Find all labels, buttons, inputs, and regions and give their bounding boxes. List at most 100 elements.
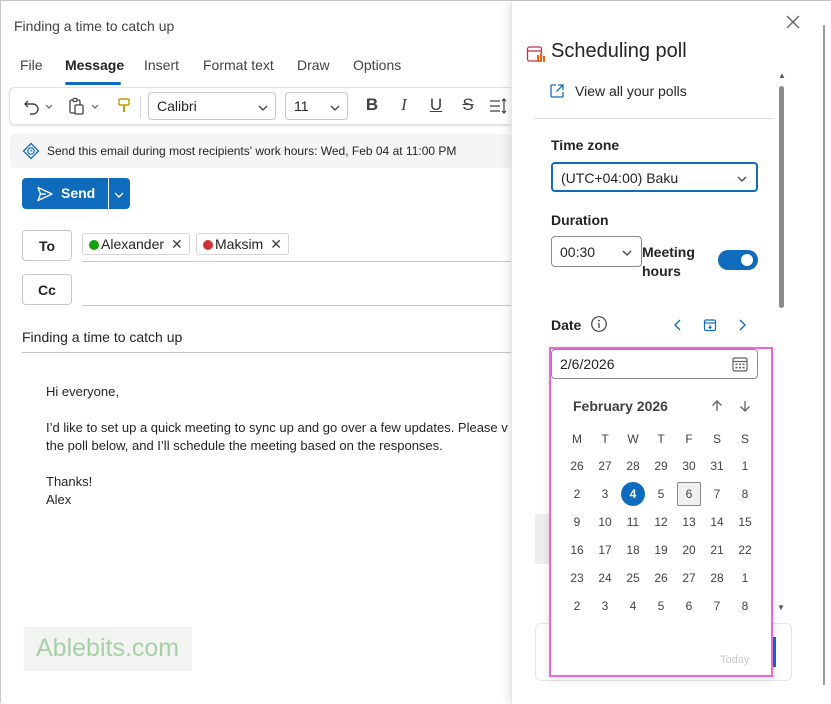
calendar-day[interactable]: 26 [565, 454, 589, 478]
calendar-day[interactable]: 15 [733, 510, 757, 534]
calendar-day[interactable]: 29 [649, 454, 673, 478]
send-options-button[interactable] [109, 178, 130, 209]
to-button[interactable]: To [22, 230, 72, 261]
remove-recipient-icon[interactable]: ✕ [270, 236, 282, 252]
meeting-hours-toggle[interactable] [718, 250, 758, 270]
calendar-day[interactable]: 25 [621, 566, 645, 590]
next-date-icon[interactable] [734, 317, 750, 333]
calendar-day[interactable]: 22 [733, 538, 757, 562]
calendar-day[interactable]: 2 [565, 594, 589, 618]
font-size-select[interactable]: 11 [285, 92, 348, 120]
calendar-day[interactable]: 26 [649, 566, 673, 590]
calendar-day[interactable]: 27 [677, 566, 701, 590]
calendar-day[interactable]: 10 [593, 510, 617, 534]
body-line-2[interactable]: the poll below, and I’ll schedule the me… [46, 438, 443, 453]
calendar-day[interactable]: 8 [733, 482, 757, 506]
info-icon[interactable] [590, 315, 608, 333]
calendar-day[interactable]: 20 [677, 538, 701, 562]
line-spacing-icon[interactable] [488, 96, 508, 116]
calendar-day[interactable]: 11 [621, 510, 645, 534]
view-all-polls-link[interactable]: View all your polls [575, 83, 687, 99]
previous-date-icon[interactable] [670, 317, 686, 333]
calendar-day[interactable]: 1 [733, 566, 757, 590]
poll-title: Scheduling poll [551, 40, 687, 62]
cc-button[interactable]: Cc [22, 274, 72, 305]
format-painter-icon[interactable] [114, 96, 134, 116]
menu-format-text[interactable]: Format text [203, 57, 274, 73]
external-link-icon[interactable] [549, 83, 565, 104]
send-time-suggestion-bar: Send this email during most recipients' … [10, 134, 512, 168]
panel-scrollbar-thumb[interactable] [779, 86, 784, 308]
body-greeting[interactable]: Hi everyone, [46, 384, 119, 399]
calendar-day[interactable]: 19 [649, 538, 673, 562]
menu-insert[interactable]: Insert [144, 57, 179, 73]
today-link[interactable]: Today [720, 654, 749, 666]
calendar-day[interactable]: 28 [705, 566, 729, 590]
send-time-suggestion-text[interactable]: Send this email during most recipients' … [47, 144, 456, 158]
date-input[interactable]: 2/6/2026 [551, 349, 758, 379]
calendar-day[interactable]: 18 [621, 538, 645, 562]
menu-message[interactable]: Message [65, 57, 124, 73]
cc-field-underline[interactable] [82, 305, 512, 306]
close-icon[interactable] [785, 14, 801, 30]
paste-icon[interactable] [66, 96, 86, 116]
calendar-day[interactable]: 1 [733, 454, 757, 478]
calendar-icon[interactable] [731, 355, 749, 373]
undo-icon[interactable] [22, 96, 42, 116]
go-to-today-icon[interactable] [702, 317, 718, 333]
menu-options[interactable]: Options [353, 57, 401, 73]
window-scrollbar[interactable] [822, 25, 826, 685]
calendar-day[interactable]: 8 [733, 594, 757, 618]
calendar-day[interactable]: 23 [565, 566, 589, 590]
timezone-select[interactable]: (UTC+04:00) Baku [551, 162, 758, 192]
calendar-day[interactable]: 4 [621, 594, 645, 618]
calendar-day[interactable]: 21 [705, 538, 729, 562]
recipient-chip-maksim[interactable]: Maksim ✕ [196, 233, 289, 255]
calendar-day[interactable]: 3 [593, 594, 617, 618]
scroll-down-icon[interactable]: ▼ [777, 603, 785, 612]
next-month-icon[interactable] [737, 398, 753, 414]
calendar-day[interactable]: 30 [677, 454, 701, 478]
calendar-day-today[interactable]: 4 [621, 482, 645, 506]
underline-button[interactable]: U [425, 95, 447, 115]
calendar-day[interactable]: 16 [565, 538, 589, 562]
calendar-day[interactable]: 13 [677, 510, 701, 534]
calendar-day[interactable]: 7 [705, 594, 729, 618]
scroll-up-icon[interactable]: ▲ [778, 71, 786, 80]
strikethrough-button[interactable]: S [457, 95, 479, 115]
remove-recipient-icon[interactable]: ✕ [171, 236, 183, 252]
calendar-day-selected[interactable]: 6 [677, 482, 701, 506]
calendar-day[interactable]: 7 [705, 482, 729, 506]
subject-field[interactable]: Finding a time to catch up [22, 329, 182, 345]
ablebits-watermark-logo: Ablebits.com [24, 627, 192, 671]
duration-select[interactable]: 00:30 [551, 236, 642, 267]
calendar-day[interactable]: 5 [649, 482, 673, 506]
menu-file[interactable]: File [20, 57, 43, 73]
to-field-underline[interactable] [82, 261, 512, 262]
calendar-day[interactable]: 9 [565, 510, 589, 534]
recipient-chip-alexander[interactable]: Alexander ✕ [82, 233, 190, 255]
italic-button[interactable]: I [393, 95, 415, 115]
calendar-day[interactable]: 17 [593, 538, 617, 562]
send-button[interactable]: Send [22, 178, 108, 209]
calendar-day[interactable]: 24 [593, 566, 617, 590]
bold-button[interactable]: B [361, 95, 383, 115]
calendar-day[interactable]: 28 [621, 454, 645, 478]
body-thanks[interactable]: Thanks! [46, 474, 92, 489]
undo-chevron-down-icon[interactable] [44, 99, 54, 119]
calendar-day[interactable]: 14 [705, 510, 729, 534]
calendar-day[interactable]: 27 [593, 454, 617, 478]
previous-month-icon[interactable] [709, 398, 725, 414]
calendar-day[interactable]: 6 [677, 594, 701, 618]
menu-draw[interactable]: Draw [297, 57, 330, 73]
body-line-1[interactable]: I’d like to set up a quick meeting to sy… [46, 420, 508, 435]
calendar-day[interactable]: 2 [565, 482, 589, 506]
calendar-day[interactable]: 3 [593, 482, 617, 506]
paste-chevron-down-icon[interactable] [90, 99, 100, 119]
calendar-day[interactable]: 12 [649, 510, 673, 534]
body-signature[interactable]: Alex [46, 492, 71, 507]
calendar-day[interactable]: 31 [705, 454, 729, 478]
calendar-day[interactable]: 5 [649, 594, 673, 618]
font-family-select[interactable]: Calibri [148, 92, 276, 120]
month-label[interactable]: February 2026 [573, 398, 668, 414]
